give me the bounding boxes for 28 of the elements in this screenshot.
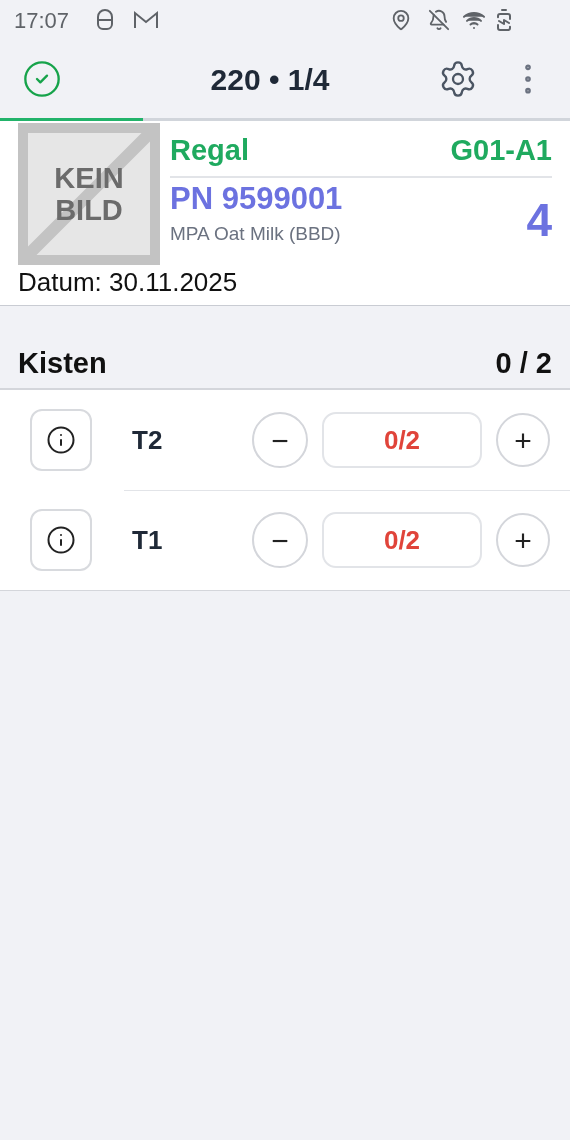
- location-icon: [390, 9, 412, 31]
- placeholder-text: KEIN: [54, 162, 124, 194]
- placeholder-text: BILD: [55, 194, 123, 226]
- status-time: 17:07: [14, 6, 70, 35]
- info-button[interactable]: [30, 409, 92, 471]
- mail-icon: [133, 10, 160, 30]
- header-title: 220 • 1/4: [209, 61, 331, 98]
- box-label: T2: [132, 423, 164, 457]
- date-text: Datum: 30.11.2025: [18, 266, 239, 299]
- quantity: 4: [526, 193, 552, 248]
- product-name: MPA Oat Milk (BBD): [170, 222, 342, 246]
- decrement-button[interactable]: −: [252, 412, 308, 468]
- decrement-button[interactable]: −: [252, 512, 308, 568]
- count-field[interactable]: 0/2: [322, 512, 482, 568]
- check-circle-icon[interactable]: [22, 59, 62, 99]
- location-code: G01-A1: [450, 132, 552, 168]
- increment-button[interactable]: +: [496, 513, 550, 567]
- location-label: Regal: [170, 132, 249, 168]
- info-icon: [46, 525, 76, 555]
- info-button[interactable]: [30, 509, 92, 571]
- increment-button[interactable]: +: [496, 413, 550, 467]
- bell-off-icon: [428, 9, 450, 31]
- info-icon: [46, 425, 76, 455]
- box-label: T1: [132, 523, 164, 557]
- section-title: Kisten: [18, 346, 107, 382]
- section-count: 0 / 2: [495, 346, 552, 382]
- part-number: PN 9599001: [170, 180, 343, 218]
- count-field[interactable]: 0/2: [322, 412, 482, 468]
